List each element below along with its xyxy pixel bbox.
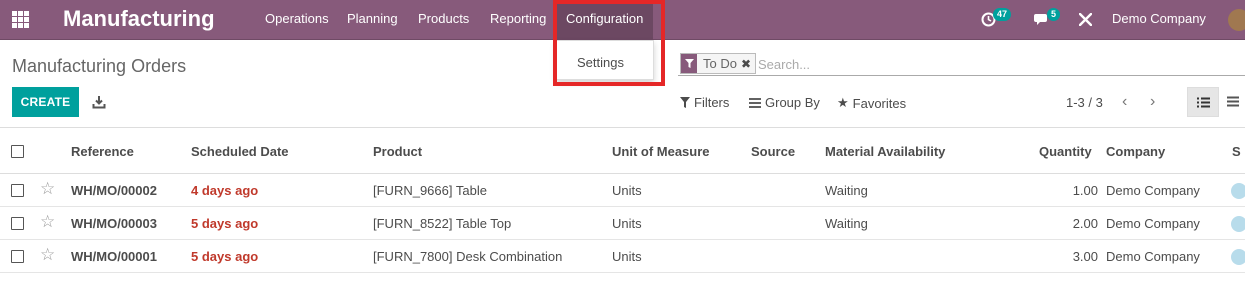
pager-previous-icon[interactable]: ‹ — [1122, 93, 1127, 111]
column-header[interactable]: Company — [1106, 144, 1165, 159]
facet-remove-icon[interactable]: ✖ — [741, 57, 755, 71]
group-by-button[interactable]: Group By — [749, 95, 820, 110]
column-header[interactable]: Source — [751, 144, 795, 159]
table-header: Reference Scheduled Date Product Unit of… — [0, 127, 1245, 174]
apps-menu-icon[interactable] — [12, 11, 29, 28]
availability-cell: Waiting — [825, 183, 868, 198]
tools-button[interactable] — [1079, 0, 1093, 40]
pager-value[interactable]: 1-3 / 3 — [1066, 95, 1103, 110]
filters-button[interactable]: Filters — [680, 95, 729, 110]
star-icon[interactable]: ☆ — [40, 245, 55, 265]
company-switcher[interactable]: Demo Company — [1112, 0, 1206, 40]
company-cell: Demo Company — [1106, 183, 1200, 198]
quantity-cell: 2.00 — [1072, 216, 1098, 231]
page-title: Manufacturing Orders — [12, 56, 187, 76]
reference-cell: WH/MO/00001 — [71, 249, 157, 264]
messages-badge: 5 — [1047, 8, 1061, 21]
company-cell: Demo Company — [1106, 249, 1200, 264]
user-avatar[interactable] — [1228, 9, 1245, 31]
uom-cell: Units — [612, 183, 642, 198]
star-icon[interactable]: ☆ — [40, 179, 55, 199]
status-badge — [1231, 249, 1245, 265]
menu-products[interactable]: Products — [418, 0, 469, 40]
reference-cell: WH/MO/00002 — [71, 183, 157, 198]
group-by-label: Group By — [765, 95, 820, 110]
scheduled-date-cell: 4 days ago — [191, 183, 259, 198]
pager-next-icon[interactable]: › — [1150, 93, 1155, 111]
table-row[interactable]: ☆ WH/MO/00002 4 days ago [FURN_9666] Tab… — [0, 174, 1245, 207]
product-cell: [FURN_7800] Desk Combination — [373, 249, 563, 264]
status-badge — [1231, 216, 1245, 232]
uom-cell: Units — [612, 216, 642, 231]
product-cell: [FURN_9666] Table — [373, 183, 487, 198]
search-bar: To Do ✖ — [678, 52, 1245, 76]
top-navbar: Manufacturing Operations Planning Produc… — [0, 0, 1245, 40]
activity-badge: 47 — [993, 8, 1012, 21]
messages-button[interactable]: 5 — [1034, 0, 1064, 40]
dropdown-item-settings[interactable]: Settings — [577, 55, 624, 70]
menu-planning[interactable]: Planning — [347, 0, 398, 40]
favorites-button[interactable]: ★ Favorites — [837, 95, 906, 111]
tools-icon — [1079, 13, 1092, 26]
filter-icon — [680, 97, 690, 108]
scheduled-date-cell: 5 days ago — [191, 249, 259, 264]
company-cell: Demo Company — [1106, 216, 1200, 231]
product-cell: [FURN_8522] Table Top — [373, 216, 512, 231]
column-header[interactable]: Reference — [71, 144, 134, 159]
column-header[interactable]: Material Availability — [825, 144, 945, 159]
select-all-checkbox[interactable] — [11, 145, 24, 158]
reference-cell: WH/MO/00003 — [71, 216, 157, 231]
table-row[interactable]: ☆ WH/MO/00003 5 days ago [FURN_8522] Tab… — [0, 207, 1245, 240]
column-header[interactable]: Unit of Measure — [612, 144, 710, 159]
row-checkbox[interactable] — [11, 184, 24, 197]
table-row[interactable]: ☆ WH/MO/00001 5 days ago [FURN_7800] Des… — [0, 240, 1245, 273]
row-checkbox[interactable] — [11, 217, 24, 230]
download-icon[interactable] — [92, 95, 106, 109]
list-view-icon — [1197, 97, 1210, 108]
activity-button[interactable]: 47 — [981, 0, 1015, 40]
favorites-label: Favorites — [852, 95, 907, 111]
star-icon: ★ — [837, 95, 849, 110]
filter-icon — [681, 54, 697, 73]
filters-label: Filters — [694, 95, 730, 110]
column-header[interactable]: Quantity — [1039, 144, 1092, 159]
menu-configuration[interactable]: Configuration — [556, 0, 654, 40]
facet-label: To Do — [703, 56, 737, 71]
quantity-cell: 3.00 — [1072, 249, 1098, 264]
column-header[interactable]: S — [1232, 144, 1241, 159]
quantity-cell: 1.00 — [1072, 183, 1098, 198]
menu-reporting[interactable]: Reporting — [490, 0, 546, 40]
list-icon — [749, 97, 761, 108]
row-checkbox[interactable] — [11, 250, 24, 263]
availability-cell: Waiting — [825, 216, 868, 231]
create-button[interactable]: CREATE — [12, 87, 79, 117]
menu-operations[interactable]: Operations — [265, 0, 329, 40]
column-header[interactable]: Product — [373, 144, 422, 159]
configuration-dropdown: Settings — [556, 40, 654, 80]
kanban-view-button[interactable] — [1220, 87, 1245, 117]
status-badge — [1231, 183, 1245, 199]
column-header[interactable]: Scheduled Date — [191, 144, 289, 159]
uom-cell: Units — [612, 249, 642, 264]
star-icon[interactable]: ☆ — [40, 212, 55, 232]
app-brand[interactable]: Manufacturing — [63, 6, 215, 32]
list-view-button[interactable] — [1187, 87, 1219, 117]
search-facet: To Do ✖ — [680, 53, 757, 74]
search-input[interactable] — [758, 54, 1238, 74]
kanban-view-icon — [1227, 96, 1239, 107]
scheduled-date-cell: 5 days ago — [191, 216, 259, 231]
